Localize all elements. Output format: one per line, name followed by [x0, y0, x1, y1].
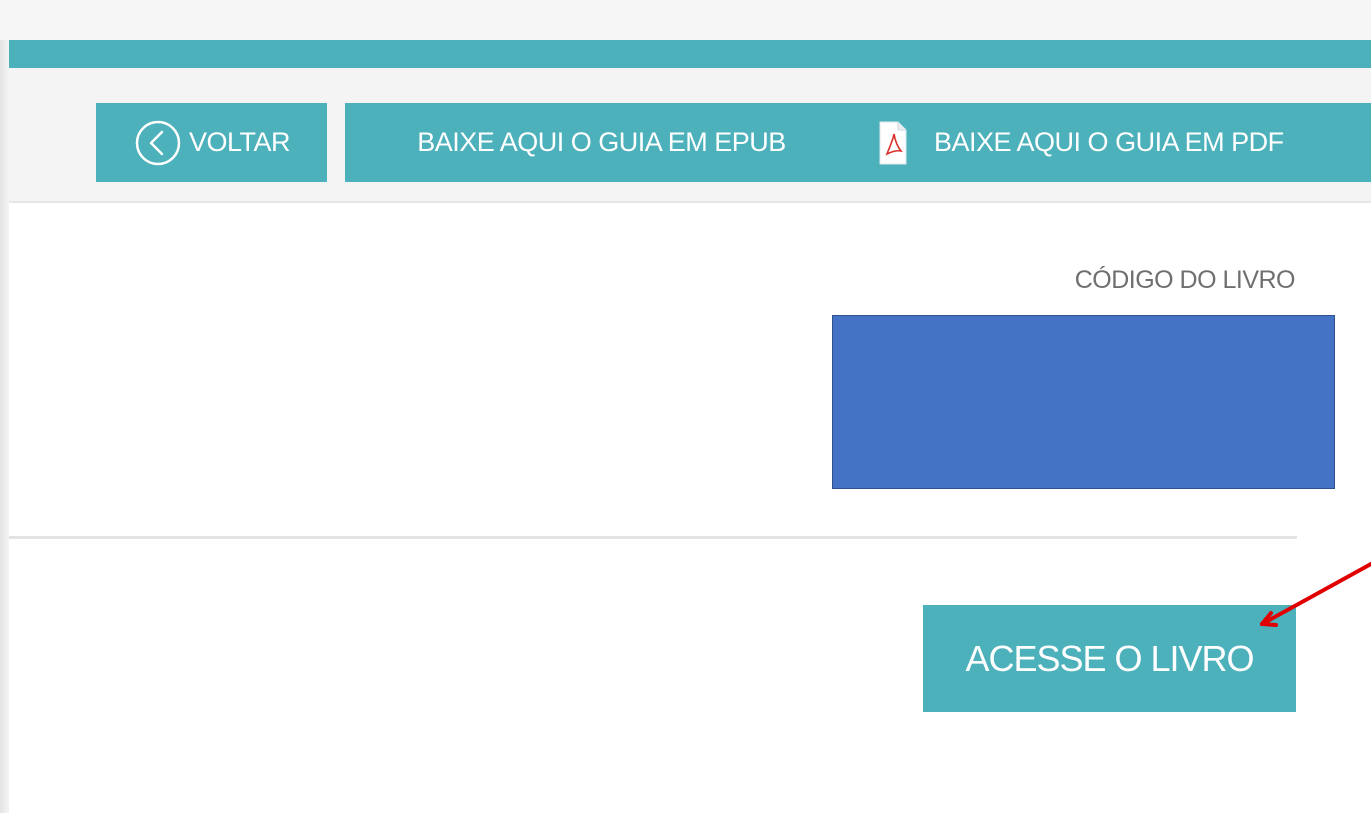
page-left-edge: [0, 0, 9, 813]
book-code-field[interactable]: [832, 315, 1335, 489]
page-top-strip: [0, 0, 1371, 40]
book-code-label: CÓDIGO DO LIVRO: [1074, 266, 1296, 294]
annotation-arrow: [1260, 562, 1371, 627]
chevron-left-circle-icon: [133, 118, 183, 168]
section-divider: [9, 536, 1297, 539]
access-book-label: ACESSE O LIVRO: [965, 637, 1254, 679]
back-button[interactable]: VOLTAR: [96, 103, 327, 182]
download-pdf-label: BAIXE AQUI O GUIA EM PDF: [934, 127, 1284, 157]
download-epub-button[interactable]: BAIXE AQUI O GUIA EM EPUB: [345, 103, 858, 182]
download-epub-label: BAIXE AQUI O GUIA EM EPUB: [417, 127, 786, 157]
header-accent-bar: [9, 40, 1371, 68]
pdf-file-icon: [878, 120, 908, 166]
download-pdf-button[interactable]: BAIXE AQUI O GUIA EM PDF: [858, 103, 1371, 182]
back-button-label: VOLTAR: [188, 127, 291, 157]
